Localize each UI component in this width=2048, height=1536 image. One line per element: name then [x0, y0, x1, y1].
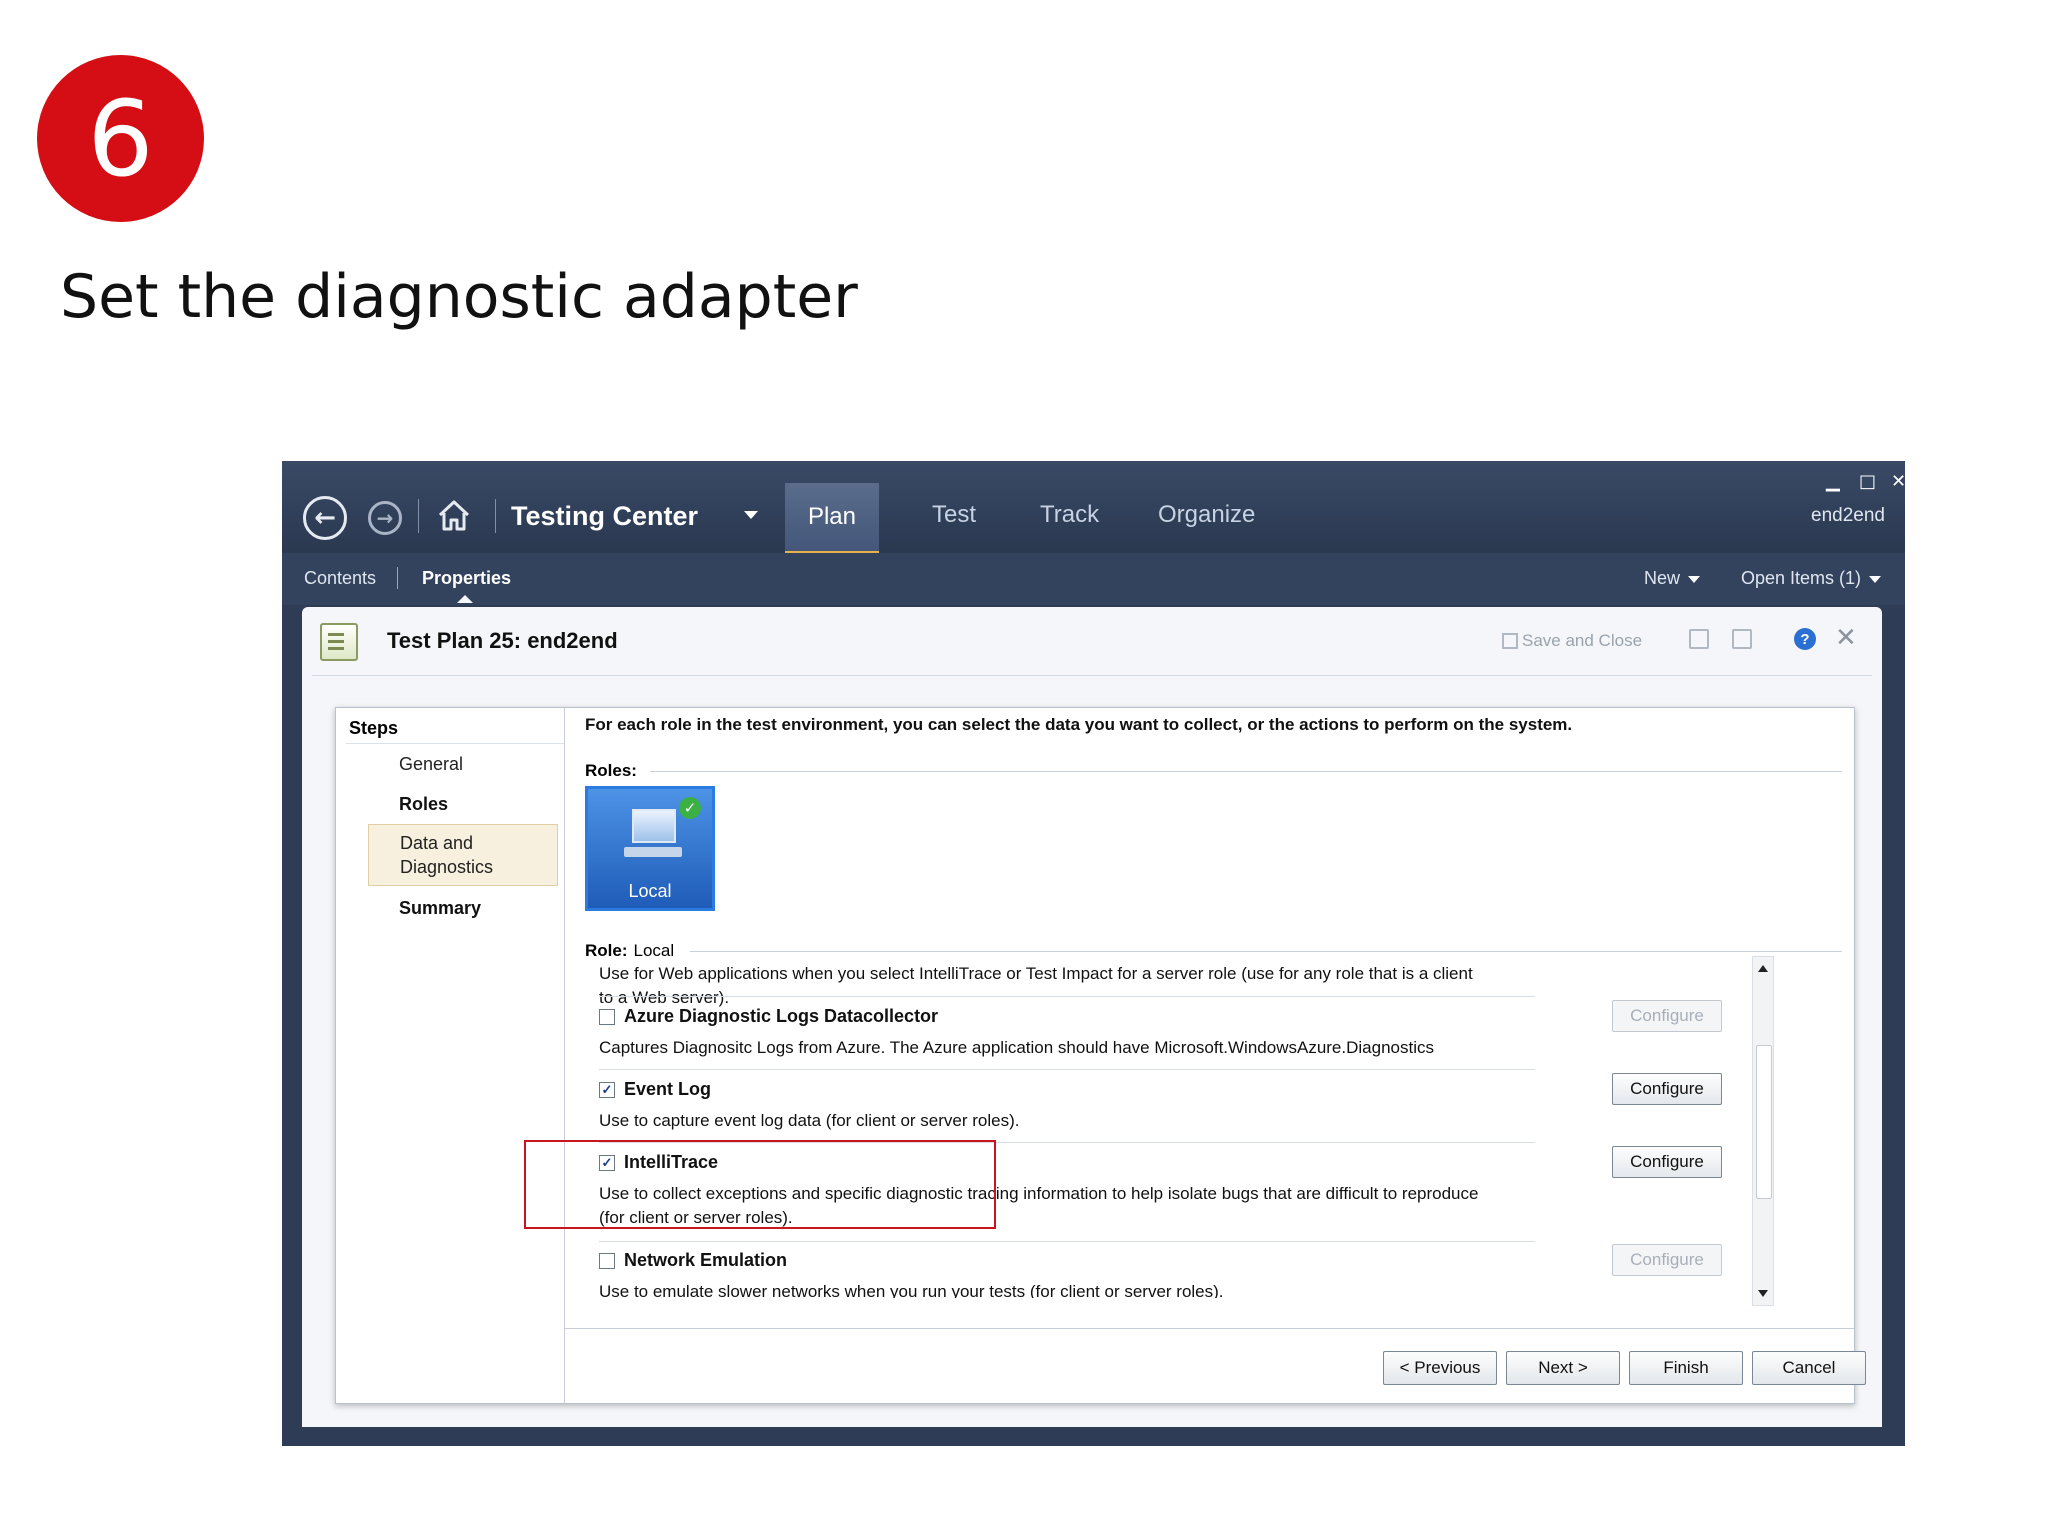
check-icon: ✓ — [679, 797, 701, 819]
step-data-and-diagnostics[interactable]: Data and Diagnostics — [368, 824, 558, 886]
subnav-contents[interactable]: Contents — [304, 568, 376, 589]
slide-title: Set the diagnostic adapter — [60, 262, 858, 332]
roles-divider — [650, 771, 1842, 772]
document-header: Test Plan 25: end2end Save and Close ? ✕ — [302, 607, 1882, 677]
subnav-separator — [397, 567, 398, 589]
user-name: end2end — [1811, 505, 1885, 526]
chevron-down-icon[interactable] — [744, 511, 758, 519]
step-number-badge: 6 — [37, 55, 204, 222]
configure-azure-button[interactable]: Configure — [1612, 1000, 1722, 1032]
sub-navigation: Contents Properties New Open Items (1) — [282, 553, 1905, 605]
steps-pane: Steps General Roles Data and Diagnostics… — [336, 708, 565, 1403]
cancel-button[interactable]: Cancel — [1752, 1351, 1866, 1385]
minimize-icon[interactable]: ▁ — [1826, 471, 1840, 492]
save-icon[interactable] — [1689, 629, 1709, 649]
adapter-list: Use for Web applications when you select… — [599, 956, 1535, 1298]
active-subnav-pointer — [457, 595, 473, 603]
adapter-divider — [599, 1069, 1535, 1070]
network-emulation-checkbox[interactable] — [599, 1252, 615, 1269]
computer-base — [624, 847, 682, 857]
maximize-icon[interactable]: □ — [1859, 471, 1876, 492]
computer-icon — [632, 809, 676, 843]
intro-text: For each role in the test environment, y… — [585, 715, 1573, 734]
test-settings-wizard: Steps General Roles Data and Diagnostics… — [335, 707, 1866, 1404]
app-title: Testing Center — [511, 501, 699, 531]
help-icon[interactable]: ? — [1794, 628, 1816, 650]
tab-track[interactable]: Track — [1040, 501, 1099, 529]
configure-event-log-button[interactable]: Configure — [1612, 1073, 1722, 1105]
adapter-divider — [599, 1241, 1535, 1242]
web-application-note: Use for Web applications when you select… — [599, 964, 1473, 1007]
configure-network-emulation-button[interactable]: Configure — [1612, 1244, 1722, 1276]
tab-organize[interactable]: Organize — [1158, 501, 1255, 529]
adapter-divider — [599, 996, 1535, 997]
roles-label: Roles: — [585, 761, 637, 780]
adapter-description: Use to capture event log data (for clien… — [599, 1111, 1020, 1130]
subnav-properties[interactable]: Properties — [422, 568, 511, 589]
save-icon — [1502, 633, 1518, 649]
step-number: 6 — [87, 77, 154, 200]
intellitrace-highlight-box — [524, 1140, 996, 1229]
adapter-name[interactable]: Network Emulation — [599, 1250, 787, 1271]
event-log-checkbox[interactable]: ✓ — [599, 1081, 615, 1098]
scroll-down-icon[interactable] — [1758, 1290, 1768, 1297]
adapter-name[interactable]: ✓ Event Log — [599, 1079, 711, 1100]
open-items-label: Open Items (1) — [1741, 568, 1862, 588]
testing-center-window: ← → Testing Center Plan Test Track Organ… — [282, 461, 1905, 1446]
step-roles[interactable]: Roles — [399, 792, 448, 816]
footer-divider — [565, 1328, 1854, 1329]
step-summary[interactable]: Summary — [399, 896, 481, 920]
azure-diagnostic-logs-checkbox[interactable] — [599, 1008, 615, 1025]
close-document-icon[interactable]: ✕ — [1835, 623, 1857, 653]
configure-intellitrace-button[interactable]: Configure — [1612, 1146, 1722, 1178]
adapter-description: Use to emulate slower networks when you … — [599, 1282, 1224, 1298]
test-plan-icon — [320, 623, 358, 661]
tab-plan[interactable]: Plan — [785, 483, 879, 555]
save-and-close-label: Save and Close — [1522, 631, 1643, 650]
adapter-label: Azure Diagnostic Logs Datacollector — [624, 1006, 939, 1026]
open-items-menu[interactable]: Open Items (1) — [1741, 568, 1882, 589]
document-title: Test Plan 25: end2end — [387, 628, 618, 653]
forward-arrow-icon[interactable]: → — [368, 501, 402, 535]
new-menu-label: New — [1644, 568, 1681, 588]
step-general[interactable]: General — [399, 752, 463, 776]
refresh-icon[interactable] — [1732, 629, 1752, 649]
chevron-down-icon — [1688, 575, 1701, 583]
data-diagnostics-pane: For each role in the test environment, y… — [565, 708, 1854, 1403]
adapter-name[interactable]: Azure Diagnostic Logs Datacollector — [599, 1006, 938, 1027]
role-tile-label: Local — [628, 881, 672, 901]
save-and-close-button[interactable]: Save and Close — [1502, 631, 1642, 651]
next-button[interactable]: Next > — [1506, 1351, 1620, 1385]
back-arrow-icon[interactable]: ← — [303, 496, 347, 540]
title-bar: ← → Testing Center Plan Test Track Organ… — [282, 461, 1905, 555]
adapter-description: Captures Diagnositc Logs from Azure. The… — [599, 1038, 1434, 1057]
adapter-list-scrollbar[interactable] — [1752, 956, 1774, 1306]
scroll-up-icon[interactable] — [1758, 965, 1768, 972]
test-plan-document: Test Plan 25: end2end Save and Close ? ✕… — [302, 607, 1882, 1427]
role-tile-local[interactable]: ✓ Local — [585, 786, 715, 911]
header-divider — [312, 675, 1872, 676]
previous-button[interactable]: < Previous — [1383, 1351, 1497, 1385]
new-menu[interactable]: New — [1644, 568, 1701, 589]
close-icon[interactable]: ✕ — [1891, 471, 1905, 492]
home-icon[interactable] — [434, 495, 474, 535]
finish-button[interactable]: Finish — [1629, 1351, 1743, 1385]
adapter-label: Event Log — [624, 1079, 712, 1099]
nav-separator — [495, 499, 496, 533]
scroll-thumb[interactable] — [1756, 1045, 1772, 1199]
nav-separator — [418, 499, 419, 533]
chevron-down-icon — [1869, 575, 1882, 583]
steps-divider — [346, 743, 564, 744]
adapter-label: Network Emulation — [624, 1250, 788, 1270]
steps-title: Steps — [349, 718, 399, 738]
role-divider — [690, 951, 1842, 952]
tab-test[interactable]: Test — [932, 501, 976, 529]
